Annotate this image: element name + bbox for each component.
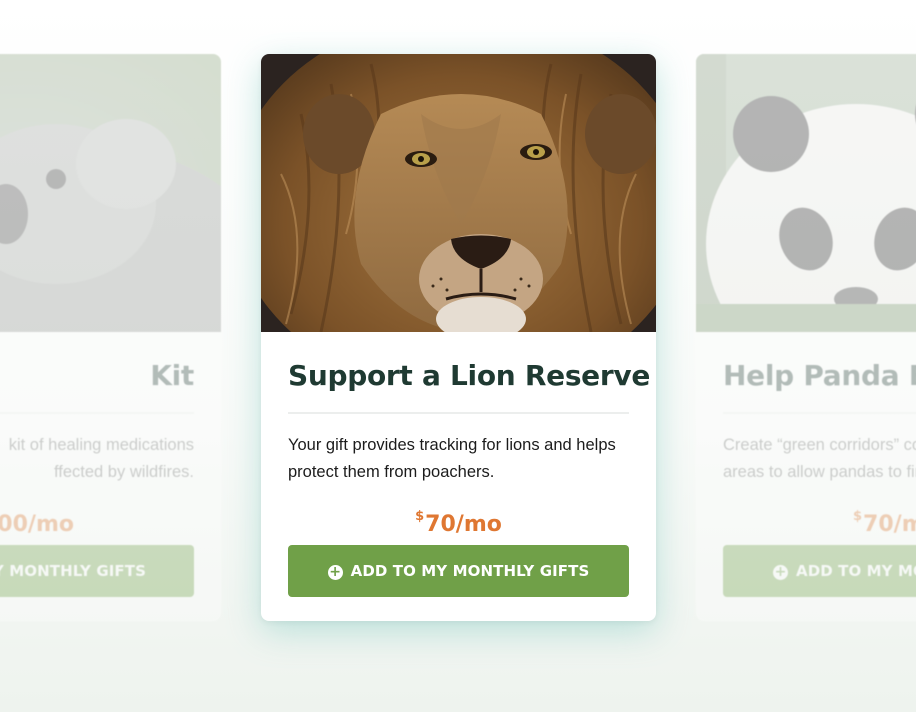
- button-label: MY MONTHLY GIFTS: [0, 562, 146, 580]
- price-amount: 70/m: [863, 512, 916, 537]
- add-to-monthly-gifts-button[interactable]: MY MONTHLY GIFTS: [0, 545, 194, 597]
- donation-card-lion[interactable]: Support a Lion Reserve Your gift provide…: [261, 54, 656, 621]
- panda-photo: [696, 54, 916, 332]
- button-label: ADD TO MY MONTHLY GIFTS: [350, 562, 590, 580]
- add-to-monthly-gifts-button[interactable]: + ADD TO MY MONTHLY GIFTS: [288, 545, 629, 597]
- card-title: Kit: [150, 359, 194, 392]
- card-title: Help Panda Bea: [723, 359, 916, 392]
- card-price: $70/mo: [288, 509, 629, 540]
- button-label: ADD TO MY MON: [796, 562, 916, 580]
- card-description: kit of healing medications ffected by wi…: [8, 436, 194, 481]
- currency-symbol: $: [853, 509, 863, 524]
- donation-card-panda[interactable]: Help Panda Bea Create “green corridors” …: [696, 54, 916, 621]
- card-price: $70/m: [723, 509, 916, 540]
- add-to-monthly-gifts-button[interactable]: + ADD TO MY MON: [723, 545, 916, 597]
- divider: [288, 412, 629, 414]
- divider: [723, 412, 916, 414]
- donation-card-koala[interactable]: Kit kit of healing medications ffected b…: [0, 54, 221, 621]
- lion-photo: [261, 54, 656, 332]
- plus-circle-icon: +: [327, 563, 343, 580]
- price-amount: 70/mo: [425, 512, 502, 537]
- koala-photo: [0, 54, 221, 332]
- divider: [0, 412, 194, 414]
- currency-symbol: $: [415, 509, 425, 524]
- card-description: Your gift provides tracking for lions an…: [288, 436, 616, 481]
- card-price: .00/mo: [0, 512, 74, 537]
- card-title: Support a Lion Reserve: [288, 359, 651, 392]
- plus-circle-icon: +: [773, 563, 788, 580]
- card-description: Create “green corridors” co areas to all…: [723, 436, 916, 481]
